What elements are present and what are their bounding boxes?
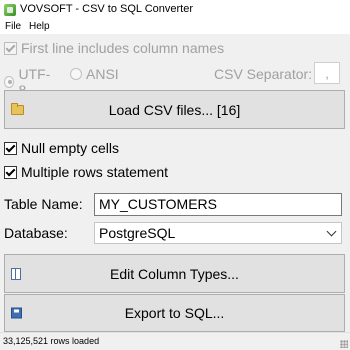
first-line-header-label: First line includes column names [21,40,225,56]
export-sql-button[interactable]: Export to SQL... [4,294,345,332]
export-sql-label: Export to SQL... [124,305,225,321]
menu-bar: File Help [0,20,350,34]
resize-grip-icon[interactable] [340,340,348,348]
load-csv-button[interactable]: Load CSV files... [16] [4,90,345,129]
utf8-radio[interactable] [4,76,15,88]
ansi-radio[interactable] [70,68,82,80]
status-bar: 33,125,521 rows loaded [0,332,350,350]
csv-separator-input[interactable]: , [314,62,340,84]
chevron-down-icon [326,226,337,237]
table-name-input[interactable]: MY_CUSTOMERS [94,193,342,216]
app-window: VOVSOFT - CSV to SQL Converter File Help… [0,0,350,350]
encoding-ansi-option[interactable]: ANSI [70,66,119,82]
null-empty-cells-label: Null empty cells [21,140,120,156]
first-line-header-checkbox[interactable] [4,41,17,55]
null-empty-cells-checkbox[interactable] [4,141,17,155]
null-empty-cells-option[interactable]: Null empty cells [4,139,119,157]
database-label: Database: [4,225,68,241]
menu-help[interactable]: Help [27,20,52,34]
database-selected-value: PostgreSQL [99,225,176,241]
csv-separator-label: CSV Separator: [214,66,313,82]
load-csv-label: Load CSV files... [16] [108,101,241,118]
multiple-rows-option[interactable]: Multiple rows statement [4,163,168,181]
app-icon [4,4,16,16]
status-text: 33,125,521 rows loaded [3,336,100,346]
window-title: VOVSOFT - CSV to SQL Converter [20,3,193,15]
multiple-rows-label: Multiple rows statement [21,164,169,180]
edit-column-types-label: Edit Column Types... [110,265,239,282]
multiple-rows-checkbox[interactable] [4,165,17,179]
table-name-label: Table Name: [4,196,83,212]
title-bar: VOVSOFT - CSV to SQL Converter [0,0,350,21]
first-line-header-option[interactable]: First line includes column names [4,39,224,57]
menu-file[interactable]: File [3,20,23,34]
ansi-label: ANSI [86,66,119,82]
edit-column-types-button[interactable]: Edit Column Types... [4,254,345,293]
database-select[interactable]: PostgreSQL [94,222,342,244]
